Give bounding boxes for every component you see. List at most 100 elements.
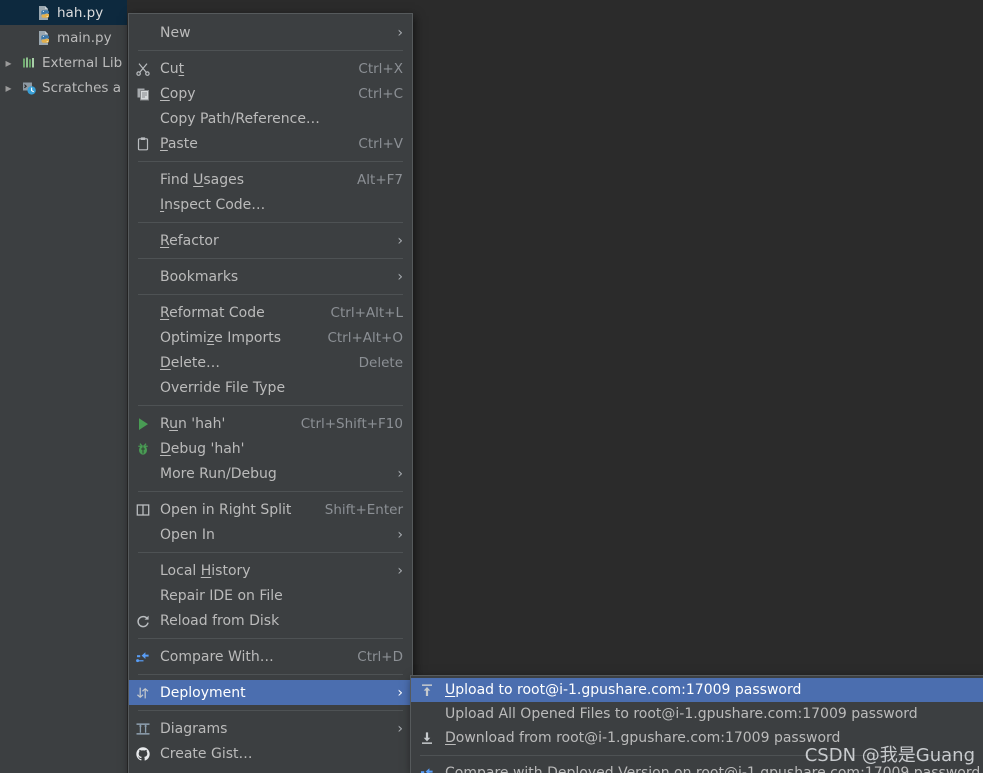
menu-item-open-in-right-split[interactable]: Open in Right Split Shift+Enter <box>129 497 412 522</box>
compare-icon <box>411 761 443 773</box>
split-icon <box>129 497 157 522</box>
menu-item-run-hah[interactable]: Run 'hah' Ctrl+Shift+F10 <box>129 411 412 436</box>
no-icon <box>129 558 157 583</box>
menu-item-compare-with[interactable]: Compare With… Ctrl+D <box>129 644 412 669</box>
menu-item-deployment[interactable]: Deployment › <box>129 680 412 705</box>
no-icon <box>129 325 157 350</box>
no-icon <box>129 20 157 45</box>
menu-item-optimize-imports[interactable]: Optimize Imports Ctrl+Alt+O <box>129 325 412 350</box>
tree-item-label: hah.py <box>57 4 104 21</box>
chevron-right-icon: › <box>397 720 403 737</box>
menu-separator <box>138 405 403 406</box>
diagrams-icon <box>129 716 157 741</box>
menu-item-delete[interactable]: Delete… Delete <box>129 350 412 375</box>
menu-separator <box>138 491 403 492</box>
menu-separator <box>138 674 403 675</box>
menu-item-reload-from-disk[interactable]: Reload from Disk <box>129 608 412 633</box>
menu-item-label: Copy <box>160 85 196 102</box>
download-icon <box>411 726 443 751</box>
menu-separator <box>138 552 403 553</box>
menu-item-label: New <box>160 24 191 41</box>
menu-item-refactor[interactable]: Refactor › <box>129 228 412 253</box>
menu-separator <box>138 258 403 259</box>
menu-item-label: Find Usages <box>160 171 245 188</box>
no-icon <box>129 583 157 608</box>
menu-item-local-history[interactable]: Local History › <box>129 558 412 583</box>
tree-item-scratches-a[interactable]: ▸ Scratches a <box>0 75 127 100</box>
menu-separator <box>138 161 403 162</box>
no-icon <box>129 167 157 192</box>
menu-item-reformat-code[interactable]: Reformat Code Ctrl+Alt+L <box>129 300 412 325</box>
menu-item-label: Debug 'hah' <box>160 440 245 457</box>
menu-item-label: More Run/Debug <box>160 465 277 482</box>
menu-separator <box>138 222 403 223</box>
upload-icon <box>411 678 443 703</box>
menu-item-label: Bookmarks <box>160 268 239 285</box>
tree-item-label: External Lib <box>42 54 123 71</box>
menu-item-copy-path-reference[interactable]: Copy Path/Reference… <box>129 106 412 131</box>
menu-item-inspect-code[interactable]: Inspect Code… <box>129 192 412 217</box>
submenu-item-upload-all-opened[interactable]: Upload All Opened Files to root@i-1.gpus… <box>411 702 983 726</box>
menu-item-label: Create Gist… <box>160 745 253 762</box>
menu-item-label: Run 'hah' <box>160 415 226 432</box>
tree-item-hah-py[interactable]: hah.py <box>0 0 127 25</box>
chevron-right-icon[interactable]: ▸ <box>0 57 17 69</box>
menu-item-label: Reformat Code <box>160 304 265 321</box>
tree-item-main-py[interactable]: main.py <box>0 25 127 50</box>
menu-item-repair-ide-on-file[interactable]: Repair IDE on File <box>129 583 412 608</box>
menu-item-debug-hah[interactable]: Debug 'hah' <box>129 436 412 461</box>
menu-item-label: Open in Right Split <box>160 501 292 518</box>
menu-item-label: Deployment <box>160 684 246 701</box>
clipboard-icon <box>129 131 157 156</box>
menu-separator <box>138 710 403 711</box>
menu-item-label: Override File Type <box>160 379 286 396</box>
menu-item-more-run-debug[interactable]: More Run/Debug › <box>129 461 412 486</box>
python-file-icon <box>34 30 54 46</box>
menu-item-shortcut: Ctrl+C <box>358 85 403 102</box>
menu-item-label: Reload from Disk <box>160 612 280 629</box>
tree-item-label: main.py <box>57 29 112 46</box>
no-icon <box>411 702 443 727</box>
tree-item-external-lib[interactable]: ▸ External Lib <box>0 50 127 75</box>
menu-item-label: Diagrams <box>160 720 228 737</box>
menu-item-shortcut: Ctrl+X <box>358 60 403 77</box>
debug-icon <box>129 436 157 461</box>
menu-item-copy[interactable]: Copy Ctrl+C <box>129 81 412 106</box>
chevron-right-icon[interactable]: ▸ <box>0 82 17 94</box>
menu-item-label: Inspect Code… <box>160 196 266 213</box>
file-context-menu[interactable]: New › Cut Ctrl+X Copy Ctrl+C Copy Path/Referen… <box>128 13 413 773</box>
csdn-watermark: CSDN @我是Guang <box>804 745 975 766</box>
menu-item-new[interactable]: New › <box>129 20 412 45</box>
menu-item-open-in[interactable]: Open In › <box>129 522 412 547</box>
menu-item-label: Delete… <box>160 354 220 371</box>
menu-item-create-gist[interactable]: Create Gist… <box>129 741 412 766</box>
menu-item-bookmarks[interactable]: Bookmarks › <box>129 264 412 289</box>
menu-item-override-file-type[interactable]: Override File Type <box>129 375 412 400</box>
menu-item-label: Repair IDE on File <box>160 587 283 604</box>
menu-item-label: Paste <box>160 135 198 152</box>
menu-item-cut[interactable]: Cut Ctrl+X <box>129 56 412 81</box>
no-icon <box>129 522 157 547</box>
chevron-right-icon: › <box>397 465 403 482</box>
chevron-right-icon: › <box>397 684 403 701</box>
menu-item-shortcut: Ctrl+Shift+F10 <box>300 415 403 432</box>
menu-separator <box>138 50 403 51</box>
menu-item-diagrams[interactable]: Diagrams › <box>129 716 412 741</box>
no-icon <box>129 228 157 253</box>
menu-item-shortcut: Ctrl+D <box>357 648 403 665</box>
menu-item-paste[interactable]: Paste Ctrl+V <box>129 131 412 156</box>
tree-item-label: Scratches a <box>42 79 121 96</box>
scissors-icon <box>129 56 157 81</box>
menu-separator <box>138 638 403 639</box>
menu-item-label: Cut <box>160 60 185 77</box>
ide-window: hah.py main.py ▸ External Lib ▸ Scratches a N… <box>0 0 983 773</box>
no-icon <box>129 106 157 131</box>
scratches-icon <box>19 80 39 96</box>
menu-item-find-usages[interactable]: Find Usages Alt+F7 <box>129 167 412 192</box>
deployment-icon <box>129 680 157 705</box>
chevron-right-icon: › <box>397 268 403 285</box>
reload-icon <box>129 608 157 633</box>
chevron-right-icon: › <box>397 526 403 543</box>
submenu-item-label: Upload All Opened Files to root@i-1.gpus… <box>445 706 918 722</box>
submenu-item-upload-to-rooti-1gpusharecom17009[interactable]: Upload to root@i-1.gpushare.com:17009 pa… <box>411 678 983 702</box>
